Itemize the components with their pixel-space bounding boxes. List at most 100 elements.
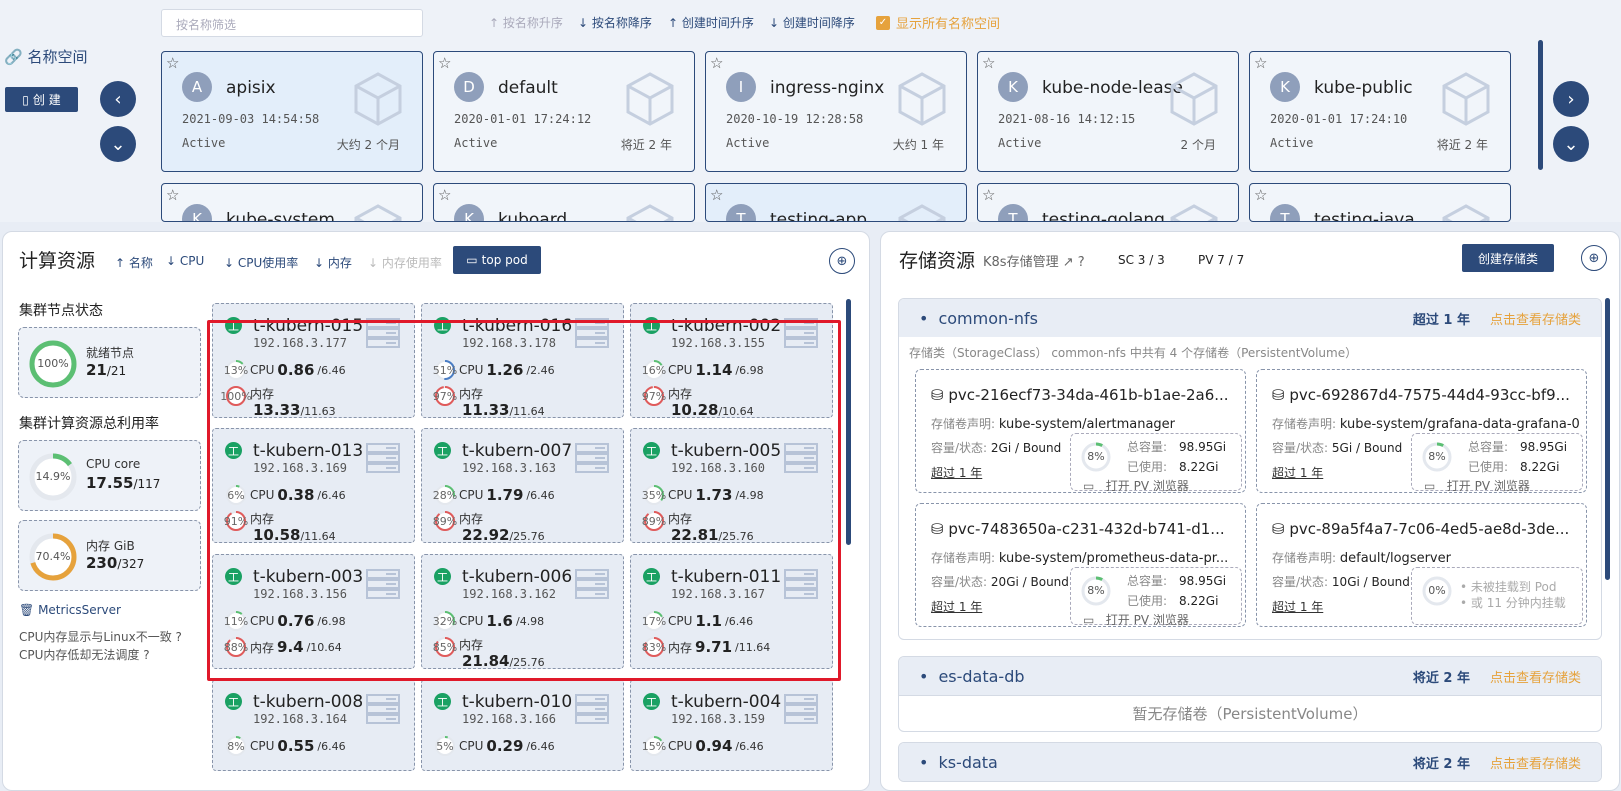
pv-card[interactable]: ⛁ pvc-692867d4-7575-44d4-93cc-bf9... 存储卷声… bbox=[1256, 369, 1587, 493]
external-link-icon: ↗ bbox=[1062, 255, 1074, 270]
storage-class-name: common-nfs bbox=[938, 308, 1039, 328]
namespace-card[interactable]: ☆ Kkube-public 2020-01-01 17:24:10 Active 将近… bbox=[1249, 51, 1511, 172]
create-storage-class-button[interactable]: 创建存储类 bbox=[1462, 244, 1554, 272]
cube-icon bbox=[1442, 72, 1490, 126]
pv-age: 超过 1 年 bbox=[1272, 466, 1324, 480]
sort-by-name[interactable]: ↑ 名称 bbox=[115, 254, 153, 271]
node-status-title: 集群节点状态 bbox=[19, 303, 103, 319]
sort-name-desc[interactable]: ↓ 按名称降序 bbox=[578, 14, 652, 31]
avatar: A bbox=[182, 72, 212, 102]
metrics-server-link[interactable]: 🗑 MetricsServer bbox=[19, 603, 121, 617]
show-all-namespaces-checkbox[interactable]: ✓ 显示所有名称空间 bbox=[876, 13, 1000, 32]
star-icon[interactable]: ☆ bbox=[710, 54, 723, 72]
star-icon[interactable]: ☆ bbox=[982, 186, 995, 204]
cpu-core-ring: 14.9% bbox=[28, 452, 78, 505]
created-time: 2020-01-01 17:24:10 bbox=[1270, 112, 1408, 126]
age: 大约 2 个月 bbox=[336, 138, 400, 152]
star-icon[interactable]: ☆ bbox=[1254, 54, 1267, 72]
database-icon: ⛁ bbox=[1272, 386, 1285, 404]
storage-class-name: es-data-db bbox=[938, 666, 1025, 686]
note-cpu-mem-mismatch[interactable]: CPU内存显示与Linux不一致 ? bbox=[19, 628, 182, 645]
monitor-icon: ▭ bbox=[466, 253, 478, 267]
pv-count: PV 7 / 7 bbox=[1198, 253, 1245, 267]
open-pv-browser-link[interactable]: ▭ 打开 PV 浏览器 bbox=[1083, 611, 1189, 628]
pvc-name[interactable]: kube-system/alertmanager bbox=[999, 417, 1175, 432]
zoom-icon[interactable]: ⊕ bbox=[829, 248, 855, 274]
star-icon[interactable]: ☆ bbox=[1254, 186, 1267, 204]
pvc-name[interactable]: kube-system/prometheus-data-pr... bbox=[999, 551, 1228, 566]
storage-class-header[interactable]: • ks-data 将近 2 年点击查看存储类 bbox=[899, 743, 1601, 781]
create-namespace-button[interactable]: ▯ 创 建 bbox=[5, 87, 78, 112]
storage-class-header[interactable]: • es-data-db 将近 2 年点击查看存储类 bbox=[899, 657, 1601, 695]
pv-card[interactable]: ⛁ pvc-89a5f4a7-7c06-4ed5-ae8d-3de... 存储卷声… bbox=[1256, 503, 1587, 627]
node-card[interactable]: 工 t-kubern-004 192.168.3.159 15% CPU 0.94/6.… bbox=[630, 679, 833, 771]
namespace-card[interactable]: ☆ Ddefault 2020-01-01 17:24:12 Active 将近 2 年 bbox=[433, 51, 695, 172]
compute-scrollbar[interactable] bbox=[846, 299, 851, 545]
node-card[interactable]: 工 t-kubern-010 192.168.3.166 5% CPU 0.29/6.4… bbox=[421, 679, 624, 771]
namespace-card[interactable]: ☆ Kkube-system bbox=[161, 183, 423, 222]
folder-icon: ▭ bbox=[1424, 479, 1436, 493]
avatar: T bbox=[1270, 204, 1300, 221]
pvc-name[interactable]: kube-system/grafana-data-grafana-0 bbox=[1340, 417, 1580, 432]
namespace-card[interactable]: ☆ Kkuboard bbox=[433, 183, 695, 222]
folder-icon: ▭ bbox=[1083, 479, 1095, 493]
pv-capacity: 5Gi / Bound bbox=[1331, 441, 1403, 455]
pv-card[interactable]: ⛁ pvc-216ecf73-34da-461b-b1ae-2a6... 存储卷声… bbox=[915, 369, 1246, 493]
util-title: 集群计算资源总利用率 bbox=[19, 416, 159, 432]
storage-class-card: • ks-data 将近 2 年点击查看存储类 bbox=[898, 742, 1602, 782]
namespace-card[interactable]: ☆ Ttesting-java bbox=[1249, 183, 1511, 222]
node-card[interactable]: 工 t-kubern-008 192.168.3.164 8% CPU 0.55/6.4… bbox=[212, 679, 415, 771]
sort-time-desc[interactable]: ↓ 创建时间降序 bbox=[769, 14, 855, 31]
collapse-button[interactable]: ⌄ bbox=[1553, 126, 1589, 162]
note-low-schedule[interactable]: CPU内存低却无法调度 ? bbox=[19, 646, 150, 663]
cube-icon bbox=[354, 72, 402, 126]
top-pod-button[interactable]: ▭ top pod bbox=[453, 246, 541, 274]
k8s-storage-link[interactable]: K8s存储管理 ↗ ? bbox=[983, 251, 1085, 270]
sort-by-cpu-usage[interactable]: ↓ CPU使用率 bbox=[224, 254, 298, 271]
view-storage-class-link[interactable]: 点击查看存储类 bbox=[1490, 753, 1581, 772]
namespace-card[interactable]: ☆ Iingress-nginx 2020-10-19 12:28:58 Active… bbox=[705, 51, 967, 172]
namespace-card[interactable]: ☆ Kkube-node-lease 2021-08-16 14:12:15 Acti… bbox=[977, 51, 1239, 172]
star-icon[interactable]: ☆ bbox=[982, 54, 995, 72]
star-icon[interactable]: ☆ bbox=[438, 186, 451, 204]
age: 将近 2 年 bbox=[620, 138, 672, 152]
star-icon[interactable]: ☆ bbox=[166, 186, 179, 204]
open-pv-browser-link[interactable]: ▭ 打开 PV 浏览器 bbox=[1083, 477, 1189, 494]
age: 将近 2 年 bbox=[1436, 138, 1488, 152]
prev-page-button[interactable]: ‹ bbox=[100, 81, 136, 117]
view-storage-class-link[interactable]: 点击查看存储类 bbox=[1490, 309, 1581, 328]
age: 大约 1 年 bbox=[892, 138, 944, 152]
namespace-card[interactable]: ☆ Ttesting-golang bbox=[977, 183, 1239, 222]
avatar: K bbox=[182, 204, 212, 221]
namespace-name: kube-public bbox=[1314, 78, 1413, 98]
node-ip: 192.168.3.166 bbox=[462, 712, 556, 726]
open-pv-browser-link[interactable]: ▭ 打开 PV 浏览器 bbox=[1424, 477, 1530, 494]
namespace-filter-input[interactable]: 按名称筛选 bbox=[161, 9, 423, 37]
namespace-scrollbar[interactable] bbox=[1538, 40, 1543, 170]
namespace-name: default bbox=[498, 78, 558, 98]
pv-age: 超过 1 年 bbox=[1272, 600, 1324, 614]
namespace-card[interactable]: ☆ Ttesting-app bbox=[705, 183, 967, 222]
zoom-icon[interactable]: ⊕ bbox=[1581, 245, 1607, 271]
pv-capacity: 20Gi / Bound bbox=[990, 575, 1069, 589]
cpu-usage-ring: 8% bbox=[225, 735, 247, 757]
view-storage-class-link[interactable]: 点击查看存储类 bbox=[1490, 667, 1581, 686]
namespace-card[interactable]: ☆ Aapisix 2021-09-03 14:54:58 Active 大约 2 个月 bbox=[161, 51, 423, 172]
sort-time-asc[interactable]: ↑ 创建时间升序 bbox=[668, 14, 754, 31]
sort-by-cpu[interactable]: ↓ CPU bbox=[166, 254, 204, 268]
sort-name-asc[interactable]: ↑ 按名称升序 bbox=[489, 14, 563, 31]
star-icon[interactable]: ☆ bbox=[438, 54, 451, 72]
star-icon[interactable]: ☆ bbox=[166, 54, 179, 72]
node-ip: 192.168.3.164 bbox=[253, 712, 347, 726]
next-page-button[interactable]: › bbox=[1553, 81, 1589, 117]
sort-by-mem[interactable]: ↓ 内存 bbox=[314, 254, 352, 271]
pv-card[interactable]: ⛁ pvc-7483650a-c231-432d-b741-d1... 存储卷声明… bbox=[915, 503, 1246, 627]
pvc-name[interactable]: default/logserver bbox=[1340, 551, 1451, 566]
star-icon[interactable]: ☆ bbox=[710, 186, 723, 204]
help-icon: ? bbox=[1077, 255, 1085, 270]
storage-class-header[interactable]: • common-nfs 超过 1 年点击查看存储类 bbox=[899, 299, 1601, 337]
storage-scrollbar[interactable] bbox=[1605, 298, 1610, 580]
cube-icon bbox=[898, 204, 946, 221]
sort-by-mem-usage[interactable]: ↓ 内存使用率 bbox=[368, 254, 442, 271]
expand-button[interactable]: ⌄ bbox=[100, 126, 136, 162]
